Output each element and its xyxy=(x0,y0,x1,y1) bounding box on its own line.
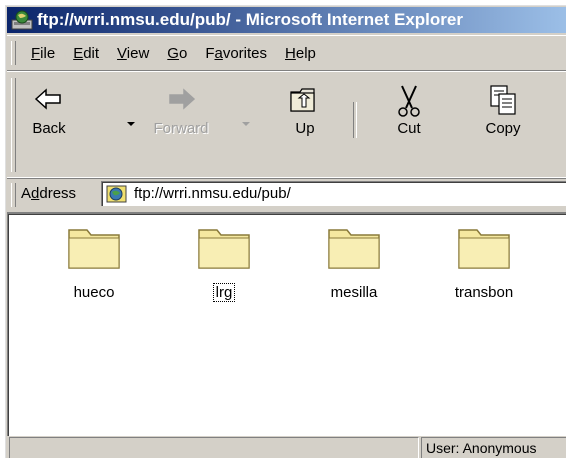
folder-name: transbon xyxy=(454,284,514,301)
menu-view[interactable]: View xyxy=(108,45,158,62)
folder-name: mesilla xyxy=(330,284,378,301)
title-bar[interactable]: ftp://wrri.nmsu.edu/pub/ - Microsoft Int… xyxy=(7,7,566,33)
folder-name: lrg xyxy=(212,283,236,302)
back-button[interactable]: Back xyxy=(19,76,79,176)
back-dropdown-arrow[interactable] xyxy=(127,122,135,126)
ftp-app-icon xyxy=(11,10,33,30)
menu-bar-grip[interactable] xyxy=(11,41,16,65)
standard-toolbar: Back Forward Up Cut Copy xyxy=(7,71,566,179)
up-folder-icon xyxy=(290,88,315,112)
folder-item[interactable]: hueco xyxy=(44,224,144,302)
address-bar: Address ftp://wrri.nmsu.edu/pub/ xyxy=(7,177,566,213)
status-user-pane: User: Anonymous xyxy=(421,437,566,458)
copy-icon xyxy=(490,85,516,115)
address-bar-grip[interactable] xyxy=(11,183,16,207)
folder-view: hueco lrg mesilla transbon xyxy=(7,213,566,436)
window-title: ftp://wrri.nmsu.edu/pub/ - Microsoft Int… xyxy=(37,10,463,29)
menu-go[interactable]: Go xyxy=(158,45,196,62)
folder-icon xyxy=(458,229,510,269)
back-arrow-icon xyxy=(34,88,61,110)
toolbar-grip[interactable] xyxy=(11,78,16,172)
menu-edit[interactable]: Edit xyxy=(64,45,108,62)
menu-favorites[interactable]: Favorites xyxy=(196,45,276,62)
status-text-pane xyxy=(9,437,419,458)
forward-arrow-icon xyxy=(169,88,196,110)
address-value: ftp://wrri.nmsu.edu/pub/ xyxy=(134,185,291,202)
scissors-icon xyxy=(398,85,420,117)
folder-icon xyxy=(328,229,380,269)
folder-item[interactable]: mesilla xyxy=(304,224,404,302)
forward-dropdown-arrow[interactable] xyxy=(242,122,250,126)
status-bar: User: Anonymous xyxy=(7,435,566,458)
folder-item[interactable]: transbon xyxy=(434,224,534,302)
address-input[interactable]: ftp://wrri.nmsu.edu/pub/ xyxy=(101,181,566,206)
cut-button[interactable]: Cut xyxy=(379,76,439,176)
up-button[interactable]: Up xyxy=(275,76,335,176)
folder-name: hueco xyxy=(73,284,115,301)
address-label: Address xyxy=(21,185,77,202)
folder-icon xyxy=(198,229,250,269)
browser-window: ftp://wrri.nmsu.edu/pub/ - Microsoft Int… xyxy=(4,4,566,458)
menu-bar: File Edit View Go Favorites Help xyxy=(7,35,566,71)
copy-button[interactable]: Copy xyxy=(473,76,533,176)
ftp-folder-globe-icon xyxy=(106,185,127,203)
folder-item[interactable]: lrg xyxy=(174,224,274,302)
forward-button[interactable]: Forward xyxy=(145,76,217,176)
menu-file[interactable]: File xyxy=(22,45,64,62)
folder-icon xyxy=(68,229,120,269)
toolbar-separator xyxy=(353,102,357,138)
menu-help[interactable]: Help xyxy=(276,45,325,62)
